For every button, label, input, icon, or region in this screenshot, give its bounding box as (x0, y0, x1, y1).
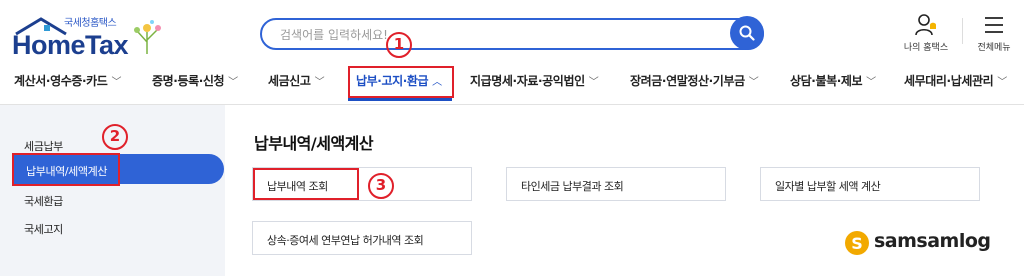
search-input[interactable] (280, 25, 720, 45)
hamburger-menu-icon (985, 17, 1003, 33)
step-badge-3: 3 (368, 173, 394, 199)
search-button[interactable] (730, 16, 764, 50)
sidebar-item-tax-refund[interactable]: 국세환급 (24, 193, 63, 209)
all-menu-button[interactable]: 전체메뉴 (968, 12, 1020, 53)
sidebar-item-tax-payment[interactable]: 세금납부 (24, 138, 63, 154)
my-hometax-label: 나의 홈택스 (903, 43, 949, 53)
nav-item-tax-filing[interactable]: 세금신고 ﹀ (268, 72, 325, 89)
nav-item-consultation[interactable]: 상담·불복·제보 ﹀ (790, 72, 876, 89)
nav-item-statements[interactable]: 지급명세·자료·공익법인 ﹀ (470, 72, 599, 89)
chevron-down-icon: ﹀ (748, 77, 759, 88)
search-icon (739, 25, 755, 41)
watermark-text: samsamlog (874, 230, 991, 252)
logo-subtitle: 국세청홈택스 (64, 18, 117, 29)
my-hometax-button[interactable]: 나의 홈택스 (898, 12, 954, 53)
svg-text:S: S (851, 234, 863, 253)
step-badge-1: 1 (386, 32, 412, 58)
flower-decoration-icon (134, 20, 161, 54)
card-daily-tax-calculation[interactable]: 일자별 납부할 세액 계산 (760, 167, 980, 201)
highlight-box-nav-payment (348, 66, 454, 98)
chevron-down-icon: ﹀ (866, 77, 876, 88)
sidebar-item-tax-notice[interactable]: 국세고지 (24, 221, 63, 237)
page-title: 납부내역/세액계산 (254, 134, 374, 153)
hometax-logo[interactable]: 국세청홈택스 HomeTax (12, 14, 172, 60)
nav-active-underline (348, 98, 452, 101)
card-label: 타인세금 납부결과 조회 (521, 180, 624, 193)
chevron-down-icon: ﹀ (111, 77, 122, 88)
nav-item-incentives[interactable]: 장려금·연말정산·기부금 ﹀ (630, 72, 759, 89)
chevron-down-icon: ﹀ (588, 77, 599, 88)
search-box[interactable] (260, 18, 764, 50)
user-bell-icon (915, 14, 936, 36)
main-nav: 계산서·영수증·카드 ﹀ 증명·등록·신청 ﹀ 세금신고 ﹀ 납부·고지·환급 ︿ 지급… (0, 66, 1024, 102)
card-label: 일자별 납부할 세액 계산 (775, 180, 881, 193)
nav-item-invoice[interactable]: 계산서·영수증·카드 ﹀ (14, 72, 121, 89)
card-others-tax-payment-result[interactable]: 타인세금 납부결과 조회 (506, 167, 726, 201)
chevron-down-icon: ﹀ (997, 77, 1007, 88)
card-label: 상속·증여세 연부연납 허가내역 조회 (267, 234, 424, 247)
chevron-down-icon: ﹀ (314, 77, 325, 88)
chevron-down-icon: ﹀ (228, 77, 238, 88)
highlight-box-card (253, 168, 359, 200)
nav-item-certificate[interactable]: 증명·등록·신청 ﹀ (152, 72, 238, 89)
step-badge-2: 2 (102, 124, 128, 150)
util-divider (962, 18, 963, 44)
highlight-box-sidebar (12, 153, 120, 186)
all-menu-label: 전체메뉴 (977, 43, 1011, 53)
card-installment-permission-inquiry[interactable]: 상속·증여세 연부연납 허가내역 조회 (252, 221, 472, 255)
nav-item-tax-agent[interactable]: 세무대리·납세관리 ﹀ (904, 72, 1007, 89)
coin-logo-icon: S (845, 231, 869, 255)
logo-text: HomeTax (12, 30, 129, 60)
